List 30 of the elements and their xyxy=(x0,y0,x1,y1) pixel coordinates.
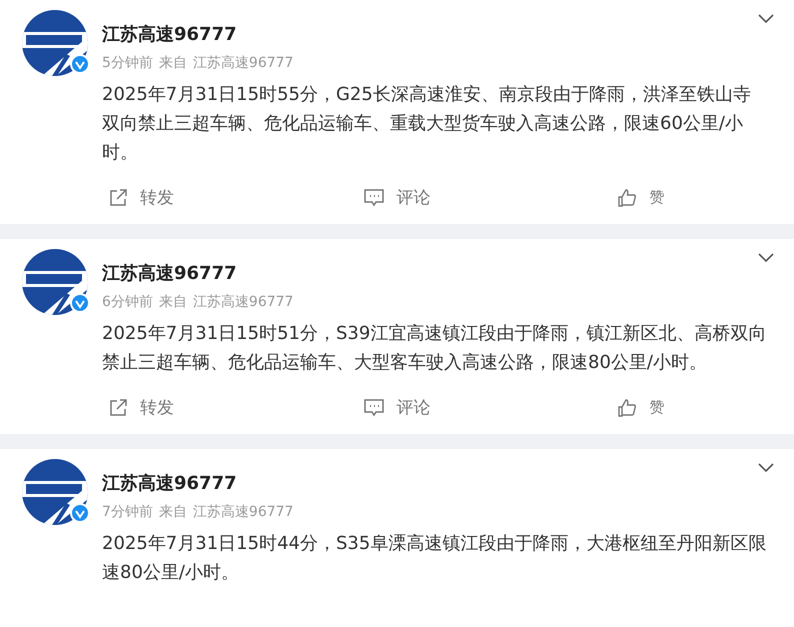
like-button[interactable]: 赞 xyxy=(529,185,794,210)
repost-button[interactable]: 转发 xyxy=(0,395,265,420)
chevron-down-icon[interactable] xyxy=(758,14,774,24)
source-link[interactable]: 江苏高速96777 xyxy=(192,293,294,311)
source-link[interactable]: 江苏高速96777 xyxy=(192,503,294,521)
source-label: 来自 xyxy=(158,503,187,521)
author-name[interactable]: 江苏高速96777 xyxy=(102,471,770,497)
thumbs-up-icon xyxy=(617,398,638,418)
author-name[interactable]: 江苏高速96777 xyxy=(102,22,770,48)
post-text: 2025年7月31日15时51分，S39江宜高速镇江段由于降雨，镇江新区北、高桥双向禁止三超车辆、危化品运输车、大型客车驶入高速公路，限速80公里/小时。 xyxy=(102,322,768,375)
share-icon xyxy=(108,398,128,418)
like-button[interactable]: 赞 xyxy=(529,395,794,420)
comment-button[interactable]: 评论 xyxy=(264,185,530,210)
comment-icon xyxy=(362,398,385,418)
post-time: 6分钟前 xyxy=(102,293,153,311)
chevron-down-icon[interactable] xyxy=(758,253,774,263)
source-label: 来自 xyxy=(158,293,187,311)
repost-button[interactable]: 转发 xyxy=(0,185,265,210)
source-link[interactable]: 江苏高速96777 xyxy=(192,54,294,72)
comment-button[interactable]: 评论 xyxy=(264,395,530,420)
post-text: 2025年7月31日15时44分，S35阜溧高速镇江段由于降雨，大港枢纽至丹阳新区限速80公里/小时。 xyxy=(102,532,768,585)
post-time: 7分钟前 xyxy=(102,503,153,521)
author-name[interactable]: 江苏高速96777 xyxy=(102,261,770,287)
source-label: 来自 xyxy=(158,54,187,72)
share-icon xyxy=(108,188,128,208)
thumbs-up-icon xyxy=(617,188,638,208)
post-text: 2025年7月31日15时55分，G25长深高速淮安、南京段由于降雨，洪泽至铁山寺双向禁止三超车辆、危化品运输车、重载大型货车驶入高速公路，限速60公里/小时。 xyxy=(102,83,752,165)
chevron-down-icon[interactable] xyxy=(758,463,774,473)
post-time: 5分钟前 xyxy=(102,54,153,72)
comment-icon xyxy=(362,188,385,208)
